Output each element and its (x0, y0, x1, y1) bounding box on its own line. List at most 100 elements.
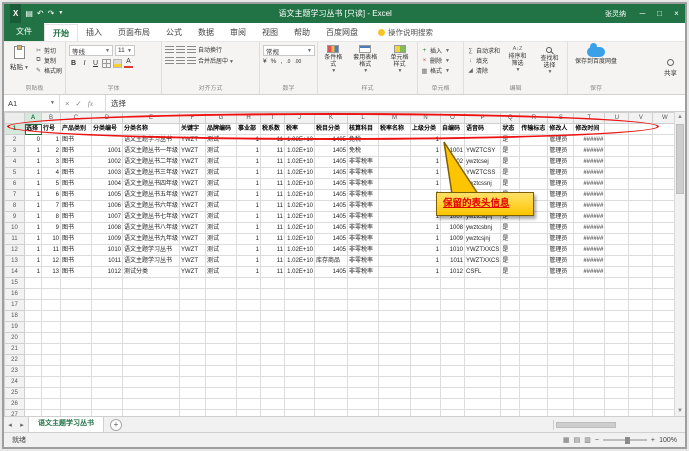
cell-Q1[interactable]: 状态 (501, 124, 520, 135)
cell-D13[interactable]: 1011 (92, 256, 123, 267)
font-name-combo[interactable]: 等线▼ (69, 45, 113, 56)
cell-L1[interactable]: 核算科目 (348, 124, 379, 135)
cell-A8[interactable]: 1 (25, 201, 42, 212)
cell-B19[interactable] (42, 322, 61, 333)
cell-F13[interactable]: YWZT (180, 256, 206, 267)
cell-H10[interactable]: 1 (237, 223, 261, 234)
cell-T9[interactable]: ###### (574, 212, 605, 223)
row-header-17[interactable]: 17 (5, 300, 25, 311)
cell-N17[interactable] (411, 300, 441, 311)
cell-U14[interactable] (605, 267, 629, 278)
cell-P5[interactable]: YWZTCSS (465, 168, 501, 179)
cell-P26[interactable] (465, 399, 501, 410)
cell-C25[interactable] (61, 388, 92, 399)
cell-E10[interactable]: 语文主题丛书八年级 (123, 223, 180, 234)
cell-R27[interactable] (520, 410, 548, 417)
cell-S3[interactable]: 管理员 (548, 146, 574, 157)
cell-T6[interactable]: ###### (574, 179, 605, 190)
cell-K3[interactable]: 1405 (315, 146, 348, 157)
cell-R11[interactable] (520, 234, 548, 245)
cell-C23[interactable] (61, 366, 92, 377)
font-size-combo[interactable]: 11▼ (115, 45, 135, 56)
cell-B11[interactable]: 10 (42, 234, 61, 245)
column-header-I[interactable]: I (261, 113, 285, 124)
cell-G1[interactable]: 品牌编码 (206, 124, 237, 135)
column-header-D[interactable]: D (92, 113, 123, 124)
cell-O1[interactable]: 自编码 (441, 124, 465, 135)
cell-C6[interactable]: 图书 (61, 179, 92, 190)
cell-G12[interactable]: 测试 (206, 245, 237, 256)
cell-M22[interactable] (379, 355, 411, 366)
cell-I5[interactable]: 11 (261, 168, 285, 179)
currency-format-button[interactable]: ¥ (263, 58, 267, 65)
cell-E14[interactable]: 测试分类 (123, 267, 180, 278)
cell-J2[interactable]: 1.02E+10 (285, 135, 315, 146)
cell-J9[interactable]: 1.02E+10 (285, 212, 315, 223)
cell-S18[interactable] (548, 311, 574, 322)
cell-K9[interactable]: 1405 (315, 212, 348, 223)
cell-P10[interactable]: ywztcsbnj (465, 223, 501, 234)
cell-L16[interactable] (348, 289, 379, 300)
cell-B8[interactable]: 7 (42, 201, 61, 212)
copy-button[interactable]: ⧉复制 (35, 56, 62, 65)
cell-J13[interactable]: 1.02E+10 (285, 256, 315, 267)
sheet-nav-left-icon[interactable]: ◂ (4, 421, 16, 429)
cell-C24[interactable] (61, 377, 92, 388)
cell-Q22[interactable] (501, 355, 520, 366)
cell-styles-button[interactable]: 单元格样式▼ (385, 44, 414, 84)
row-header-3[interactable]: 3 (5, 146, 25, 157)
cell-K8[interactable]: 1405 (315, 201, 348, 212)
cell-P25[interactable] (465, 388, 501, 399)
save-icon[interactable]: ▤ (25, 4, 33, 23)
cell-S27[interactable] (548, 410, 574, 417)
cell-I15[interactable] (261, 278, 285, 289)
cell-N19[interactable] (411, 322, 441, 333)
cell-G18[interactable] (206, 311, 237, 322)
cell-H16[interactable] (237, 289, 261, 300)
column-header-R[interactable]: R (520, 113, 548, 124)
cell-H22[interactable] (237, 355, 261, 366)
cell-C22[interactable] (61, 355, 92, 366)
cell-R26[interactable] (520, 399, 548, 410)
cell-K25[interactable] (315, 388, 348, 399)
cell-D11[interactable]: 1009 (92, 234, 123, 245)
cell-C4[interactable]: 图书 (61, 157, 92, 168)
cell-R10[interactable] (520, 223, 548, 234)
cell-I4[interactable]: 11 (261, 157, 285, 168)
cell-U10[interactable] (605, 223, 629, 234)
new-sheet-button[interactable]: + (110, 419, 122, 431)
cell-S17[interactable] (548, 300, 574, 311)
cell-P19[interactable] (465, 322, 501, 333)
cell-B26[interactable] (42, 399, 61, 410)
cell-M14[interactable] (379, 267, 411, 278)
row-header-10[interactable]: 10 (5, 223, 25, 234)
cell-I8[interactable]: 11 (261, 201, 285, 212)
cell-L4[interactable]: 非零税率 (348, 157, 379, 168)
cell-R23[interactable] (520, 366, 548, 377)
cell-K27[interactable] (315, 410, 348, 417)
cell-M6[interactable] (379, 179, 411, 190)
column-header-H[interactable]: H (237, 113, 261, 124)
cell-G21[interactable] (206, 344, 237, 355)
formula-bar-content[interactable]: 选择 (106, 95, 685, 111)
sheet-tab-active[interactable]: 语文主题学习丛书 (28, 417, 104, 432)
vertical-scroll-thumb[interactable] (676, 124, 684, 194)
cell-U18[interactable] (605, 311, 629, 322)
cell-I17[interactable] (261, 300, 285, 311)
cell-S26[interactable] (548, 399, 574, 410)
cell-U21[interactable] (605, 344, 629, 355)
cell-M25[interactable] (379, 388, 411, 399)
cell-S7[interactable]: 管理员 (548, 190, 574, 201)
cell-V25[interactable] (629, 388, 653, 399)
cell-A17[interactable] (25, 300, 42, 311)
cell-L14[interactable]: 非零税率 (348, 267, 379, 278)
cell-L18[interactable] (348, 311, 379, 322)
cell-T21[interactable] (574, 344, 605, 355)
cell-Q16[interactable] (501, 289, 520, 300)
cell-I20[interactable] (261, 333, 285, 344)
cell-B6[interactable]: 5 (42, 179, 61, 190)
cell-N15[interactable] (411, 278, 441, 289)
cell-V18[interactable] (629, 311, 653, 322)
cell-I18[interactable] (261, 311, 285, 322)
file-tab[interactable]: 文件 (4, 23, 44, 41)
